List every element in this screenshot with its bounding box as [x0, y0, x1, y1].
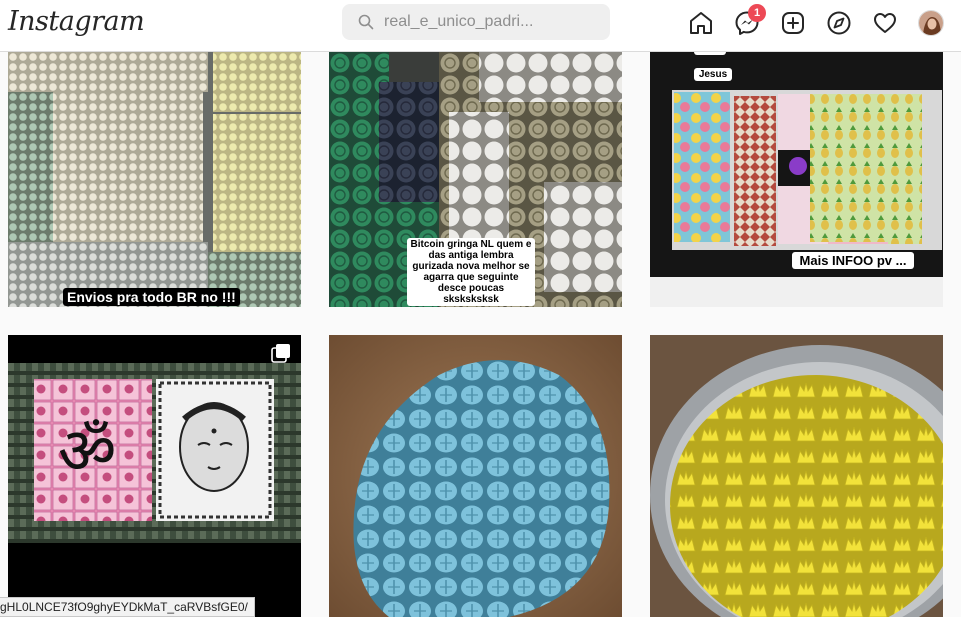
new-post-icon[interactable] [780, 10, 806, 36]
post-tile-5[interactable] [329, 335, 622, 617]
browser-status-bar-url: gHL0LNCE73fO9ghyEYDkMaT_caRVBsfGE0/ [0, 597, 255, 617]
home-icon[interactable] [688, 10, 714, 36]
carousel-icon [271, 344, 290, 363]
post-tile-4[interactable]: ॐ [8, 335, 301, 617]
activity-heart-icon[interactable] [872, 10, 898, 36]
messages-badge: 1 [748, 4, 766, 22]
svg-text:ॐ: ॐ [58, 415, 116, 489]
post-caption-3-top-partial [694, 52, 726, 55]
search-box[interactable] [342, 4, 610, 40]
post-tile-2[interactable]: Bitcoin gringa NL quem e das antiga lemb… [329, 52, 622, 307]
instagram-logo[interactable]: Instagram [8, 6, 145, 37]
post-tile-6[interactable] [650, 335, 943, 617]
post-caption-3-top: Jesus [694, 68, 732, 81]
post-image-6 [650, 335, 943, 617]
explore-icon[interactable] [826, 10, 852, 36]
post-caption-3-bottom: Mais INFOO pv ... [792, 252, 914, 269]
post-tile-3[interactable]: Jesus Mais INFOO pv ... [650, 52, 943, 307]
post-image-5 [329, 335, 622, 617]
post-image-1 [8, 52, 301, 307]
search-icon [358, 14, 374, 30]
post-caption-1: Envios pra todo BR no !!! [63, 288, 240, 306]
post-tile-1[interactable]: Envios pra todo BR no !!! [8, 52, 301, 307]
post-caption-2: Bitcoin gringa NL quem e das antiga lemb… [407, 238, 535, 306]
profile-avatar[interactable] [918, 10, 944, 36]
post-image-4: ॐ [8, 335, 301, 617]
search-input[interactable] [384, 4, 594, 40]
top-navigation-bar: Instagram 1 [0, 0, 961, 52]
